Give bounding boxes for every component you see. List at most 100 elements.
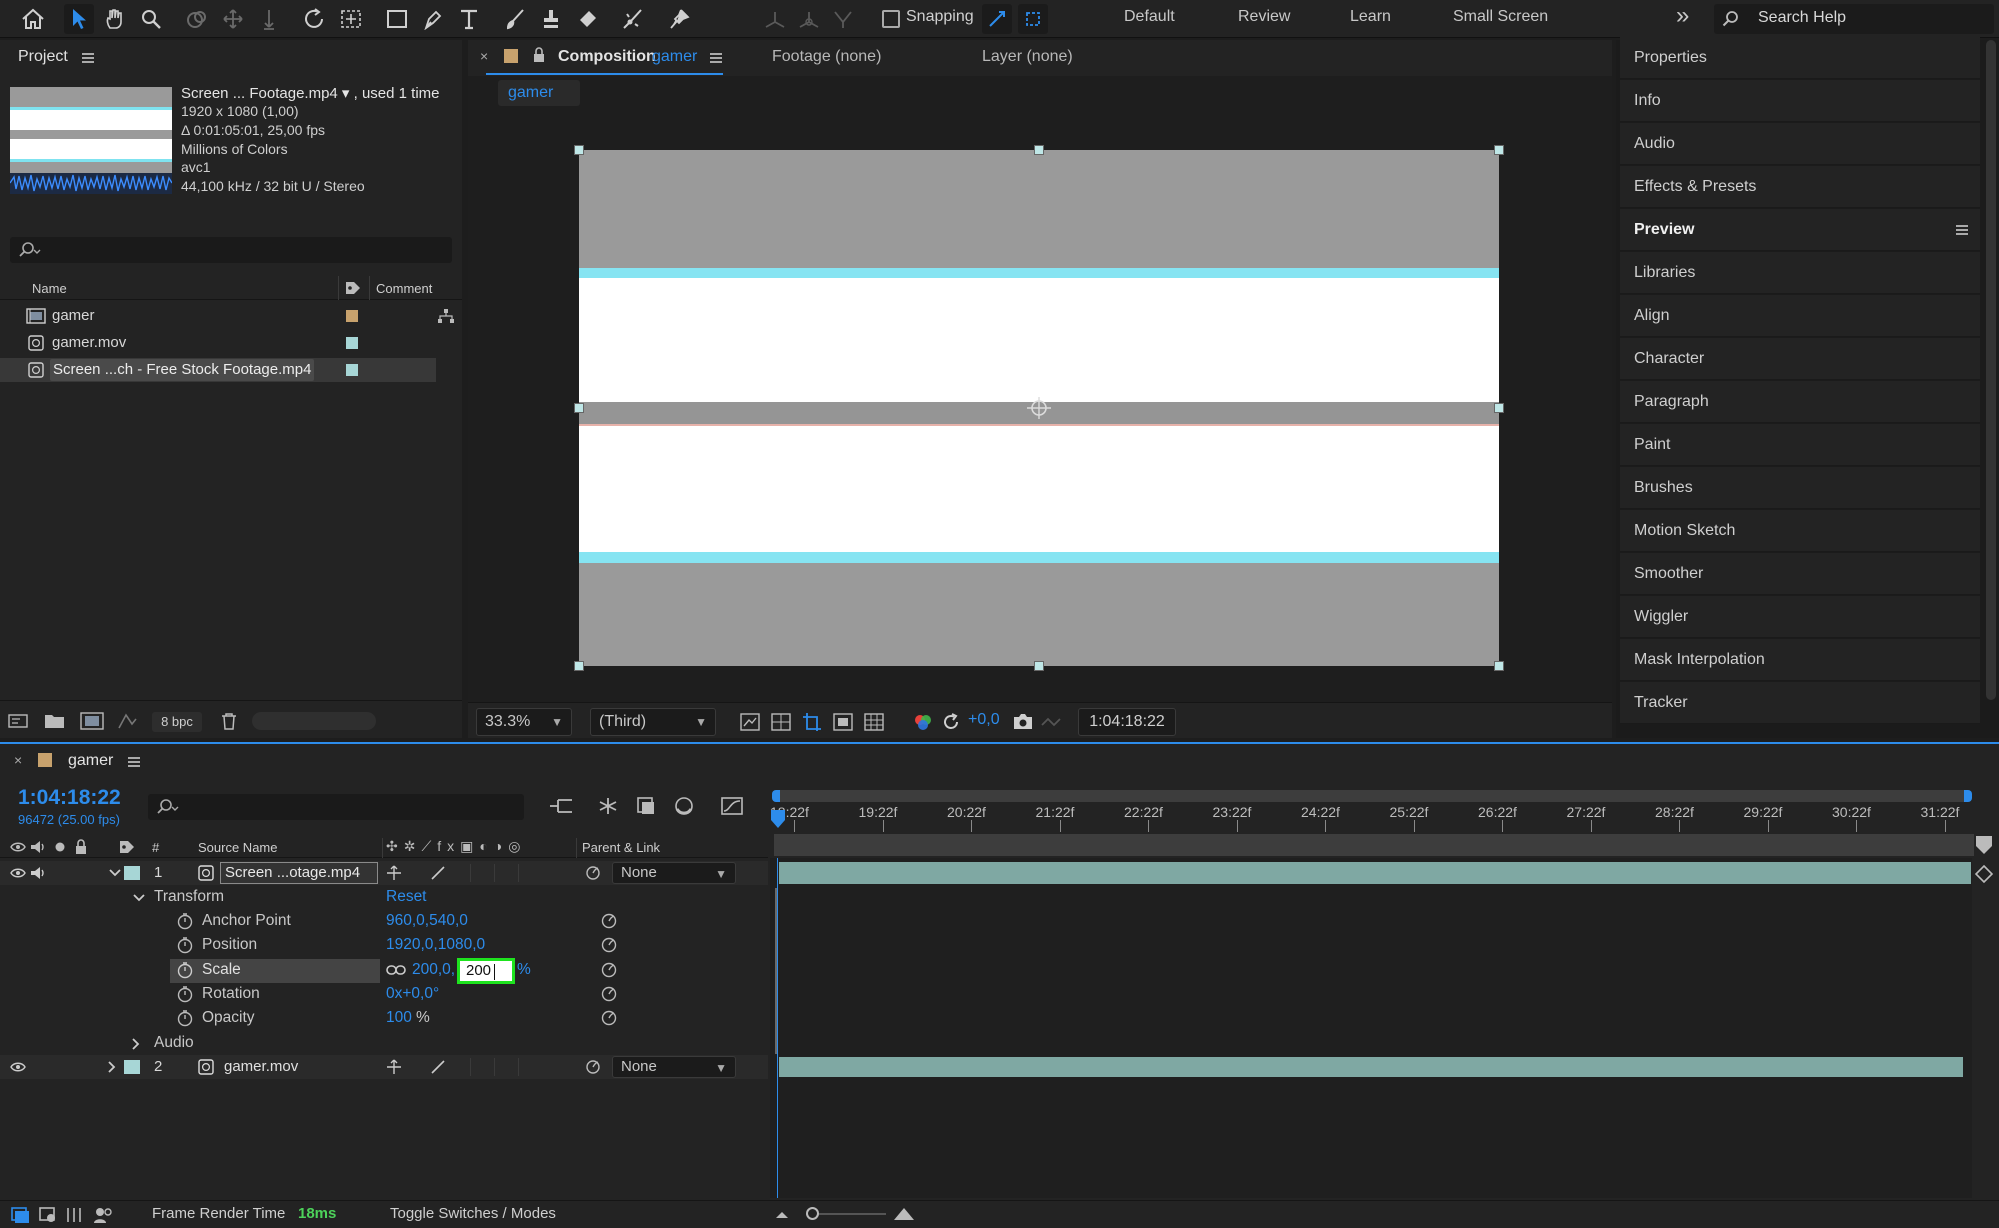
project-col-name[interactable]: Name <box>32 281 67 296</box>
timeline-menu-icon[interactable] <box>128 757 140 767</box>
quality-switch[interactable] <box>430 865 446 881</box>
stopwatch-icon[interactable] <box>176 985 194 1003</box>
panel-preview[interactable]: Preview <box>1620 209 1980 251</box>
collapse-transform-switch[interactable] <box>386 1059 402 1075</box>
expression-pick-whip-icon[interactable] <box>600 961 618 979</box>
close-timeline-icon[interactable]: × <box>14 752 22 768</box>
axis-local-icon[interactable] <box>760 4 790 34</box>
track-area[interactable] <box>770 858 1972 1198</box>
label-swatch[interactable] <box>346 310 358 322</box>
transparency-grid-icon[interactable] <box>770 711 792 733</box>
lock-icon[interactable] <box>532 47 546 63</box>
panel-effects-presets[interactable]: Effects & Presets <box>1620 166 1980 208</box>
chevron-right-icon[interactable] <box>106 1060 118 1074</box>
comp-mini-flowchart-icon[interactable] <box>548 796 574 816</box>
composition-tab-name[interactable]: gamer <box>652 48 697 66</box>
render-toggle-icon[interactable] <box>10 1206 30 1224</box>
timeline-title[interactable]: gamer <box>68 752 113 770</box>
col-source-name[interactable]: Source Name <box>198 840 277 855</box>
panel-mask-interpolation[interactable]: Mask Interpolation <box>1620 639 1980 681</box>
fast-previews-icon[interactable] <box>739 711 761 733</box>
stopwatch-icon[interactable] <box>176 912 194 930</box>
transform-handle[interactable] <box>574 145 584 155</box>
scale-y-input[interactable]: 200 <box>457 958 515 984</box>
transform-reset-link[interactable]: Reset <box>386 888 427 906</box>
stopwatch-icon[interactable] <box>176 1009 194 1027</box>
audio-speaker-icon[interactable] <box>30 840 46 854</box>
transform-handle[interactable] <box>1494 145 1504 155</box>
preview-menu-icon[interactable] <box>1956 225 1968 235</box>
workspace-small-screen[interactable]: Small Screen <box>1453 8 1548 26</box>
layer-label-swatch[interactable] <box>124 866 140 880</box>
project-panel-title[interactable]: Project <box>18 48 68 66</box>
transform-label[interactable]: Transform <box>154 888 224 906</box>
rotation-value[interactable]: 0x+0,0° <box>386 985 439 1003</box>
current-time-indicator-head[interactable] <box>769 808 787 832</box>
axis-view-icon[interactable] <box>828 4 858 34</box>
snap-edges-icon[interactable] <box>982 4 1012 34</box>
current-time-display[interactable]: 1:04:18:22 <box>1078 708 1176 736</box>
interpret-footage-icon[interactable] <box>8 712 30 730</box>
anchor-point-icon[interactable] <box>1023 395 1055 421</box>
constrain-proportions-icon[interactable] <box>386 964 406 976</box>
panel-align[interactable]: Align <box>1620 295 1980 337</box>
project-item[interactable]: Screen ...ch - Free Stock Footage.mp4 <box>0 358 436 382</box>
layer-name-field[interactable]: Screen ...otage.mp4 <box>220 862 378 884</box>
composition-canvas[interactable] <box>574 145 1504 671</box>
eraser-tool-icon[interactable] <box>572 4 602 34</box>
project-col-comment[interactable]: Comment <box>376 281 432 296</box>
layer-2-duration-bar[interactable] <box>779 1057 1963 1077</box>
panel-info[interactable]: Info <box>1620 80 1980 122</box>
timeline-current-time[interactable]: 1:04:18:22 <box>18 786 121 810</box>
layer-marker-icon[interactable] <box>1974 864 1994 884</box>
trash-icon[interactable] <box>220 712 238 730</box>
label-swatch[interactable] <box>346 364 358 376</box>
scale-x-value[interactable]: 200,0, <box>412 961 455 979</box>
snap-features-icon[interactable] <box>1018 4 1048 34</box>
position-value[interactable]: 1920,0,1080,0 <box>386 936 485 954</box>
lock-column-icon[interactable] <box>74 839 88 855</box>
chevron-down-icon[interactable] <box>132 892 146 904</box>
col-parent-link[interactable]: Parent & Link <box>582 840 660 855</box>
draft-3d-icon[interactable] <box>596 796 620 816</box>
transfer-controls-pane-icon[interactable] <box>64 1206 84 1224</box>
video-visibility-icon[interactable] <box>10 866 26 880</box>
project-item[interactable]: gamer <box>0 304 462 328</box>
quality-switch[interactable] <box>430 1059 446 1075</box>
label-column-icon[interactable] <box>344 280 362 296</box>
type-tool-icon[interactable] <box>454 4 484 34</box>
audio-group-label[interactable]: Audio <box>154 1034 194 1052</box>
project-panel-menu-icon[interactable] <box>82 53 94 63</box>
project-search-input[interactable] <box>10 237 452 263</box>
label-swatch[interactable] <box>346 337 358 349</box>
layer-tab[interactable]: Layer (none) <box>982 48 1073 66</box>
panel-paragraph[interactable]: Paragraph <box>1620 381 1980 423</box>
panel-audio[interactable]: Audio <box>1620 123 1980 165</box>
transform-handle[interactable] <box>574 661 584 671</box>
magnification-dropdown[interactable]: 33.3% ▼ <box>476 708 572 736</box>
pen-tool-icon[interactable] <box>418 4 448 34</box>
composition-menu-icon[interactable] <box>710 53 722 63</box>
reset-exposure-icon[interactable] <box>940 711 962 733</box>
panel-properties[interactable]: Properties <box>1620 37 1980 79</box>
selection-tool-icon[interactable] <box>64 4 94 34</box>
comp-marker-bin-icon[interactable] <box>1974 834 1994 856</box>
anchor-point-value[interactable]: 960,0,540,0 <box>386 912 468 930</box>
zoom-in-icon[interactable] <box>892 1204 916 1222</box>
new-composition-icon[interactable] <box>80 712 104 730</box>
pan-behind-tool-icon[interactable] <box>336 4 366 34</box>
time-ruler[interactable]: 18:22f 19:22f 20:22f 21:22f 22:22f 23:22f 24:2… <box>770 800 1972 832</box>
composition-breadcrumb[interactable]: gamer <box>498 80 580 106</box>
axis-world-icon[interactable] <box>794 4 824 34</box>
rotation-tool-icon[interactable] <box>300 4 330 34</box>
show-snapshot-icon[interactable] <box>1040 711 1062 733</box>
layer-row-2[interactable]: 2 gamer.mov None ▼ <box>0 1055 768 1079</box>
label-column-icon[interactable] <box>118 840 136 854</box>
zoom-tool-icon[interactable] <box>136 4 166 34</box>
expression-pick-whip-icon[interactable] <box>600 912 618 930</box>
stopwatch-icon[interactable] <box>176 936 194 954</box>
parent-dropdown[interactable]: None ▼ <box>612 862 736 884</box>
expression-pick-whip-icon[interactable] <box>600 985 618 1003</box>
zoom-out-icon[interactable] <box>774 1207 790 1221</box>
home-icon[interactable] <box>18 4 48 34</box>
